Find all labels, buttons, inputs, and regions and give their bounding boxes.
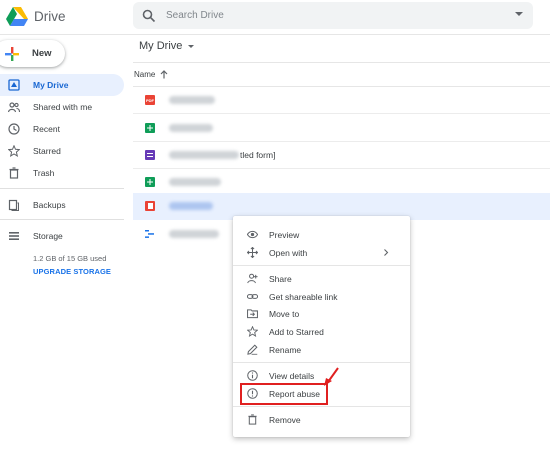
pdf-file-icon: PDF — [145, 95, 155, 105]
storage-usage: 1.2 GB of 15 GB used — [33, 254, 107, 263]
search-input[interactable]: Search Drive — [166, 10, 224, 21]
search-icon[interactable] — [142, 9, 156, 23]
upgrade-storage-link[interactable]: UPGRADE STORAGE — [33, 267, 111, 276]
shared-icon — [8, 102, 20, 113]
file-name-suffix: tled form] — [240, 150, 276, 160]
menu-item-share[interactable]: Share — [233, 270, 410, 287]
file-name-redacted — [169, 202, 213, 210]
table-row[interactable]: PDF — [133, 87, 550, 114]
sidebar-item-recent[interactable]: Recent — [0, 118, 124, 140]
page-title: My Drive — [139, 40, 183, 52]
move-arrows-icon — [247, 247, 258, 258]
sidebar-item-label: Starred — [33, 146, 61, 156]
folder-move-icon — [247, 309, 258, 319]
menu-item-label: Get shareable link — [269, 291, 338, 302]
sidebar-item-label: Shared with me — [33, 102, 93, 112]
table-row[interactable]: tled form] — [133, 142, 550, 169]
main-divider — [133, 62, 550, 63]
forms-file-icon — [145, 150, 155, 160]
menu-item-label: Remove — [269, 414, 301, 425]
new-button[interactable]: New — [0, 40, 65, 67]
menu-item-add-starred[interactable]: Add to Starred — [233, 323, 410, 340]
sidebar-item-label: Backups — [33, 200, 66, 210]
drive-logo-icon — [6, 6, 28, 26]
menu-item-open-with[interactable]: Open with — [233, 244, 410, 261]
table-row[interactable] — [133, 169, 550, 196]
menu-item-label: Add to Starred — [269, 326, 324, 337]
file-name-redacted — [169, 124, 213, 132]
my-drive-icon — [8, 79, 20, 91]
info-icon — [247, 370, 258, 381]
file-name-redacted — [169, 229, 219, 238]
menu-item-remove[interactable]: Remove — [233, 411, 410, 428]
my-drive-dropdown[interactable]: My Drive — [139, 40, 195, 52]
menu-divider — [233, 406, 410, 407]
pencil-icon — [247, 344, 258, 355]
app-title: Drive — [34, 8, 66, 24]
menu-item-label: Preview — [269, 229, 300, 240]
sheets-file-icon — [145, 123, 155, 133]
trash-icon — [248, 414, 257, 425]
sidebar-item-my-drive[interactable]: My Drive — [0, 74, 124, 96]
highlight-box — [240, 383, 328, 405]
sites-file-icon — [145, 229, 155, 239]
sidebar-item-label: Recent — [33, 124, 60, 134]
name-column-header[interactable]: Name — [134, 70, 168, 79]
search-options-icon[interactable] — [515, 12, 523, 16]
sidebar-item-backups[interactable]: Backups — [0, 194, 124, 216]
plus-icon — [5, 46, 19, 61]
sidebar-item-trash[interactable]: Trash — [0, 162, 124, 184]
menu-item-preview[interactable]: Preview — [233, 226, 410, 243]
search-bar[interactable]: Search Drive — [133, 2, 533, 29]
menu-item-get-link[interactable]: Get shareable link — [233, 288, 410, 305]
sidebar-item-shared[interactable]: Shared with me — [0, 96, 124, 118]
add-person-icon — [247, 273, 258, 284]
menu-divider — [233, 362, 410, 363]
sidebar-item-label: Trash — [33, 168, 55, 178]
sidebar-divider — [0, 188, 124, 189]
clock-icon — [8, 123, 20, 135]
backups-icon — [8, 199, 19, 211]
red-arrow-icon — [324, 367, 339, 386]
sheets-file-icon — [145, 177, 155, 187]
trash-icon — [9, 167, 19, 179]
link-icon — [247, 294, 258, 299]
header-divider — [0, 34, 550, 35]
sidebar-item-label: Storage — [33, 231, 63, 241]
name-column-label: Name — [134, 70, 156, 79]
menu-item-label: Open with — [269, 247, 308, 258]
star-icon — [247, 326, 258, 337]
chevron-down-icon — [188, 44, 195, 48]
table-row[interactable] — [133, 115, 550, 142]
pdf-file-icon — [145, 201, 155, 211]
chevron-right-icon — [384, 249, 389, 256]
file-name-redacted — [169, 178, 221, 186]
sidebar-divider — [0, 219, 124, 220]
eye-icon — [247, 230, 258, 239]
sidebar-item-label: My Drive — [33, 80, 69, 90]
menu-item-label: View details — [269, 370, 315, 381]
file-name-redacted — [169, 96, 215, 104]
storage-icon — [9, 232, 19, 240]
new-button-label: New — [32, 48, 52, 59]
sidebar-item-storage[interactable]: Storage — [0, 225, 124, 247]
menu-item-rename[interactable]: Rename — [233, 341, 410, 358]
arrow-up-icon[interactable] — [160, 70, 168, 79]
menu-divider — [233, 265, 410, 266]
menu-item-label: Rename — [269, 344, 302, 355]
drive-logo[interactable]: Drive — [6, 4, 76, 28]
star-icon — [8, 145, 20, 157]
menu-item-label: Move to — [269, 308, 300, 319]
sidebar-item-starred[interactable]: Starred — [0, 140, 124, 162]
file-name-redacted — [169, 151, 239, 159]
menu-item-label: Share — [269, 273, 292, 284]
menu-item-move-to[interactable]: Move to — [233, 305, 410, 322]
